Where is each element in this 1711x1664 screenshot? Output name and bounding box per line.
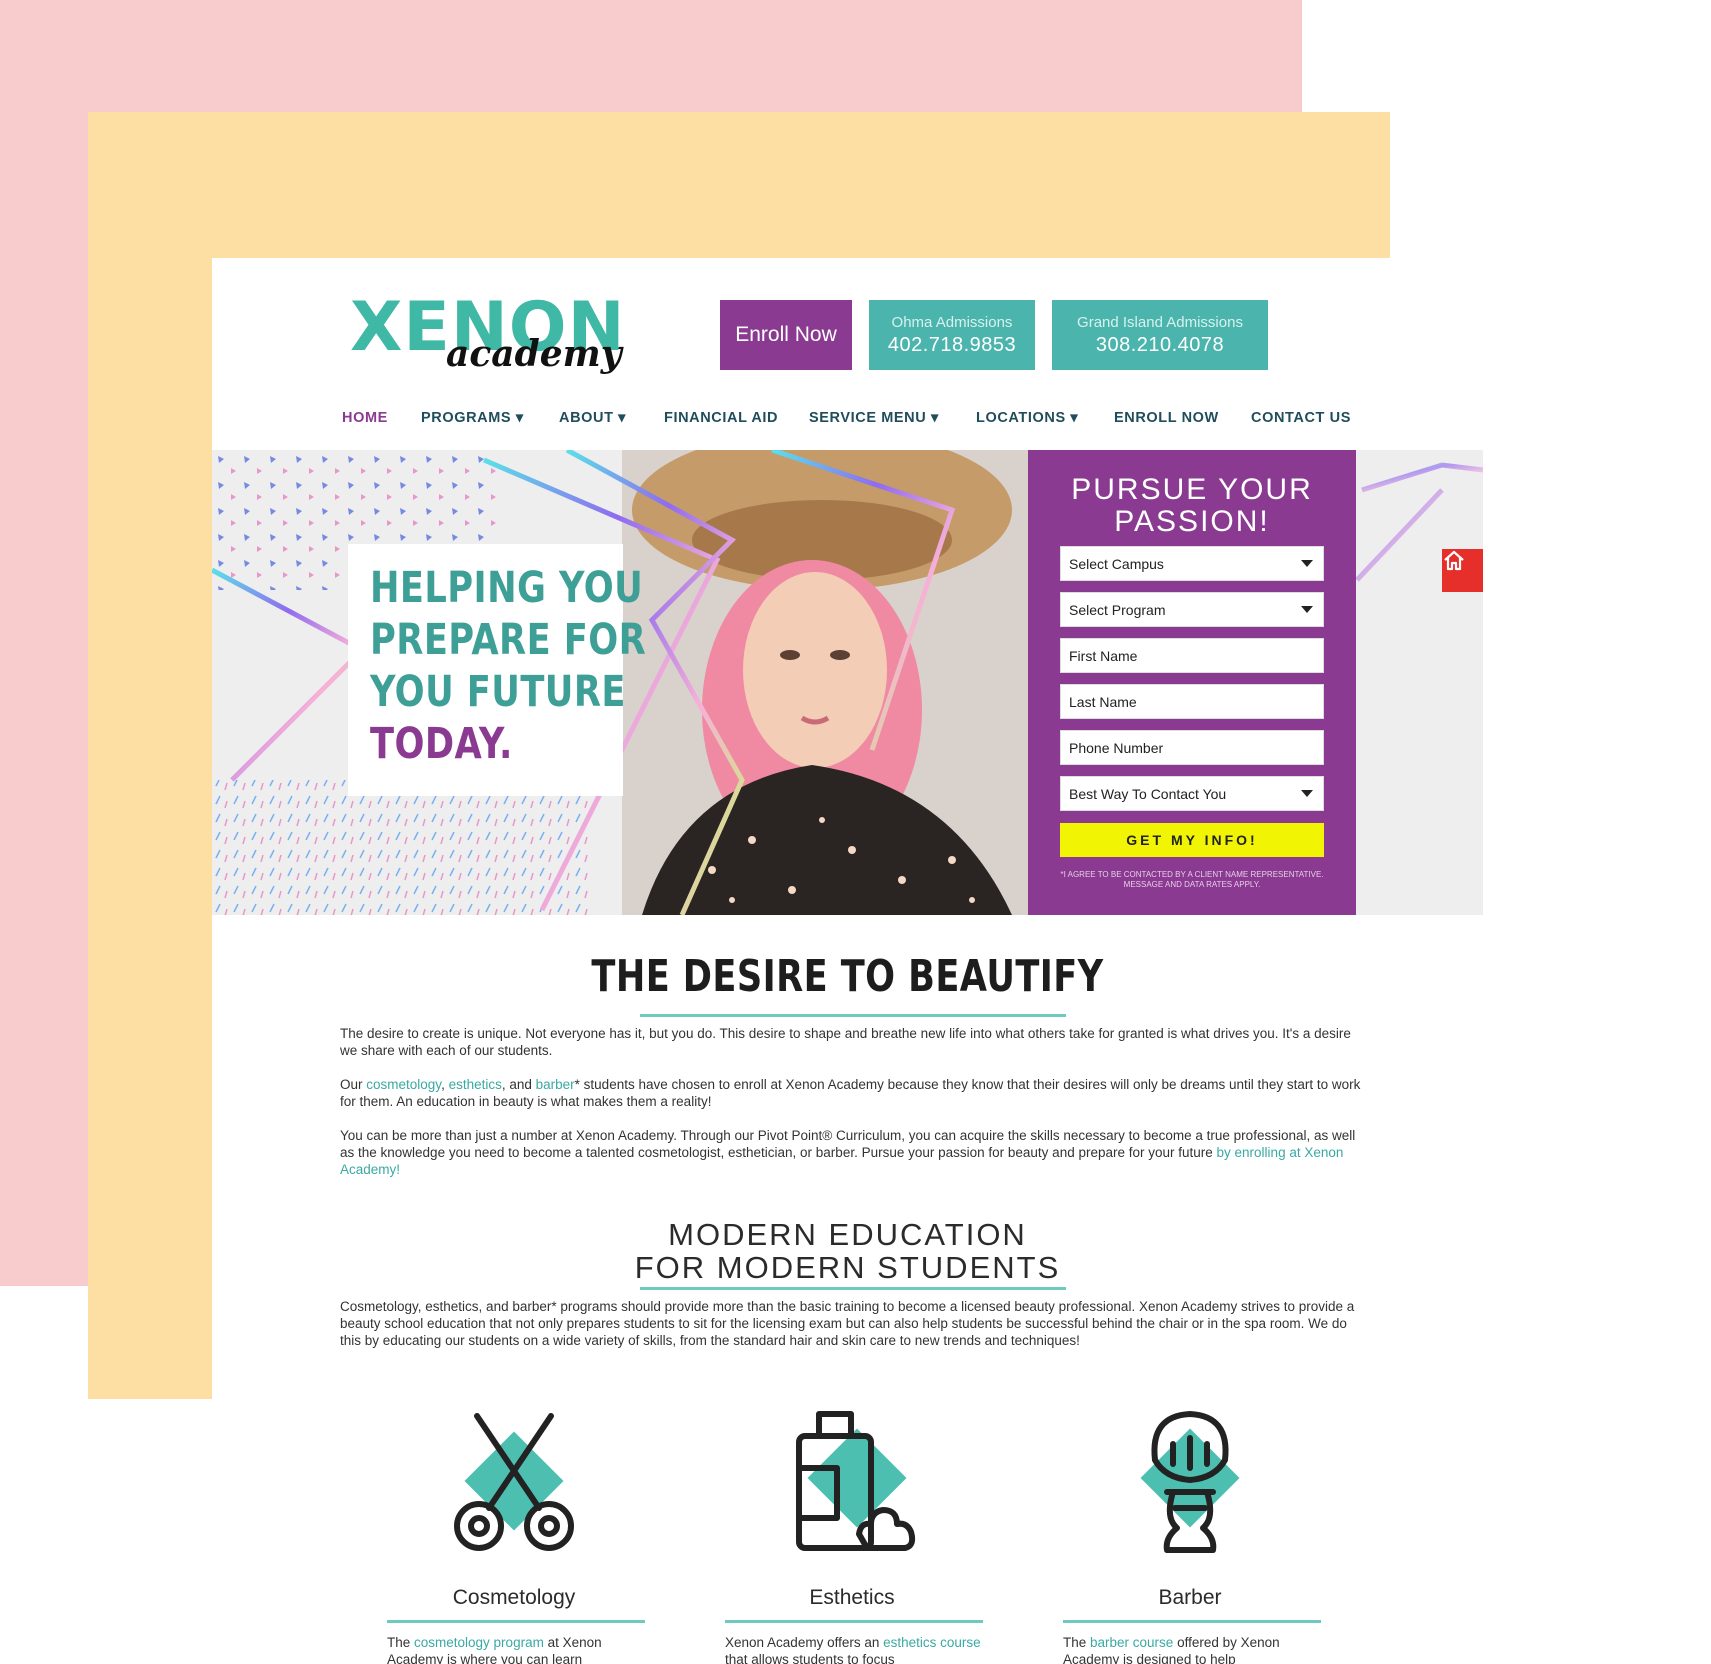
cosmetology-description: The cosmetology program at Xenon Academy… xyxy=(387,1634,645,1664)
select-campus-value: Select Campus xyxy=(1069,555,1164,572)
logo-script: academy xyxy=(446,333,622,375)
get-my-info-button[interactable]: GET MY INFO! xyxy=(1060,823,1324,857)
home-icon xyxy=(1444,550,1464,571)
form-title-line-2: PASSION! xyxy=(1114,505,1270,538)
text-span: , and xyxy=(501,1077,536,1092)
modern-section-title: MODERN EDUCATION FOR MODERN STUDENTS xyxy=(212,1218,1483,1284)
nav-service-menu[interactable]: SERVICE MENU ▾ xyxy=(809,410,939,426)
nav-financial-aid[interactable]: FINANCIAL AID xyxy=(664,410,778,426)
first-name-placeholder: First Name xyxy=(1069,647,1138,664)
nav-contact-us[interactable]: CONTACT US xyxy=(1251,410,1351,426)
last-name-placeholder: Last Name xyxy=(1069,693,1137,710)
modern-title-line-2: FOR MODERN STUDENTS xyxy=(634,1250,1061,1285)
desire-paragraph-3: You can be more than just a number at Xe… xyxy=(340,1127,1362,1178)
hero-line-2: PREPARE FOR xyxy=(370,615,647,665)
form-title-line-1: PURSUE YOUR xyxy=(1071,473,1313,506)
grand-island-admissions-button[interactable]: Grand Island Admissions 308.210.4078 xyxy=(1052,300,1268,370)
grand-island-admissions-label: Grand Island Admissions xyxy=(1077,313,1243,331)
modern-paragraph: Cosmetology, esthetics, and barber* prog… xyxy=(340,1299,1355,1348)
chevron-down-icon xyxy=(1301,606,1313,613)
desire-paragraph-2: Our cosmetology, esthetics, and barber* … xyxy=(340,1076,1362,1110)
enroll-now-button[interactable]: Enroll Now xyxy=(720,300,852,370)
text-span: The xyxy=(387,1635,415,1650)
form-disclaimer: *I AGREE TO BE CONTACTED BY A CLIENT NAM… xyxy=(1060,870,1324,889)
hero-line-4: TODAY. xyxy=(370,719,513,769)
text-span: Our xyxy=(340,1077,367,1092)
text-span: You can be more than just a number at Xe… xyxy=(340,1128,1356,1160)
hero-banner: HELPING YOU PREPARE FOR YOU FUTURE TODAY… xyxy=(212,450,1483,915)
scissors-icon xyxy=(454,1413,574,1551)
barber-description: The barber course offered by Xenon Acade… xyxy=(1063,1634,1321,1664)
nav-enroll-now[interactable]: ENROLL NOW xyxy=(1114,410,1219,426)
nav-home[interactable]: HOME xyxy=(342,410,388,426)
home-tab-button[interactable] xyxy=(1442,549,1483,592)
barber-course-link[interactable]: barber course xyxy=(1090,1635,1173,1650)
lead-form: PURSUE YOUR PASSION! Select Campus Selec… xyxy=(1028,450,1356,915)
text-span: The xyxy=(1063,1635,1091,1650)
esthetics-course-link[interactable]: esthetics course xyxy=(883,1635,981,1650)
phone-number-field[interactable]: Phone Number xyxy=(1060,730,1324,765)
website-page: XENON academy Enroll Now Ohma Admissions… xyxy=(212,258,1483,1664)
hero-headline-card: HELPING YOU PREPARE FOR YOU FUTURE TODAY… xyxy=(348,544,646,796)
esthetics-title: Esthetics xyxy=(809,1586,895,1609)
form-title: PURSUE YOUR PASSION! xyxy=(1028,474,1356,538)
modern-title-underline xyxy=(640,1287,1066,1290)
esthetics-description: Xenon Academy offers an esthetics course… xyxy=(725,1634,983,1664)
phone-number-placeholder: Phone Number xyxy=(1069,739,1164,756)
cosmetology-underline xyxy=(387,1620,645,1623)
last-name-field[interactable]: Last Name xyxy=(1060,684,1324,719)
hero-line-1: HELPING YOU xyxy=(370,563,644,613)
cosmetology-program-link[interactable]: cosmetology program xyxy=(414,1635,544,1650)
barber-title: Barber xyxy=(1158,1586,1222,1609)
nav-programs[interactable]: PROGRAMS ▾ xyxy=(421,410,524,426)
barber-underline xyxy=(1063,1620,1321,1623)
text-span: that allows students to focus xyxy=(725,1652,895,1664)
select-campus-dropdown[interactable]: Select Campus xyxy=(1060,546,1324,581)
esthetics-link[interactable]: esthetics xyxy=(449,1077,502,1092)
select-program-value: Select Program xyxy=(1069,601,1166,618)
xenon-academy-logo[interactable]: XENON academy xyxy=(350,294,625,394)
first-name-field[interactable]: First Name xyxy=(1060,638,1324,673)
hero-line-3: YOU FUTURE xyxy=(370,667,626,717)
esthetics-underline xyxy=(725,1620,983,1623)
nav-locations[interactable]: LOCATIONS ▾ xyxy=(976,410,1078,426)
chevron-down-icon xyxy=(1301,560,1313,567)
cosmetology-title: Cosmetology xyxy=(452,1586,576,1609)
contact-method-dropdown[interactable]: Best Way To Contact You xyxy=(1060,776,1324,811)
modern-title-line-1: MODERN EDUCATION xyxy=(668,1217,1027,1252)
omaha-admissions-button[interactable]: Ohma Admissions 402.718.9853 xyxy=(869,300,1035,370)
enroll-now-label: Enroll Now xyxy=(735,323,837,346)
cosmetology-link[interactable]: cosmetology xyxy=(366,1077,441,1092)
omaha-phone: 402.718.9853 xyxy=(887,333,1017,356)
text-span: , xyxy=(441,1077,449,1092)
bottle-icon xyxy=(796,1411,916,1551)
desire-paragraph-1: The desire to create is unique. Not ever… xyxy=(340,1026,1351,1058)
grand-island-phone: 308.210.4078 xyxy=(1095,333,1225,356)
nav-about[interactable]: ABOUT ▾ xyxy=(559,410,626,426)
barber-link[interactable]: barber xyxy=(536,1077,575,1092)
chevron-down-icon xyxy=(1301,790,1313,797)
select-program-dropdown[interactable]: Select Program xyxy=(1060,592,1324,627)
shaving-brush-icon xyxy=(1140,1411,1240,1553)
text-span: Xenon Academy offers an xyxy=(725,1635,884,1650)
contact-method-value: Best Way To Contact You xyxy=(1069,785,1227,802)
omaha-admissions-label: Ohma Admissions xyxy=(891,313,1013,331)
desire-title-underline xyxy=(640,1014,1066,1017)
desire-title: THE DESIRE TO BEAUTIFY xyxy=(591,951,1104,1002)
desire-section-title: THE DESIRE TO BEAUTIFY xyxy=(212,953,1483,1001)
